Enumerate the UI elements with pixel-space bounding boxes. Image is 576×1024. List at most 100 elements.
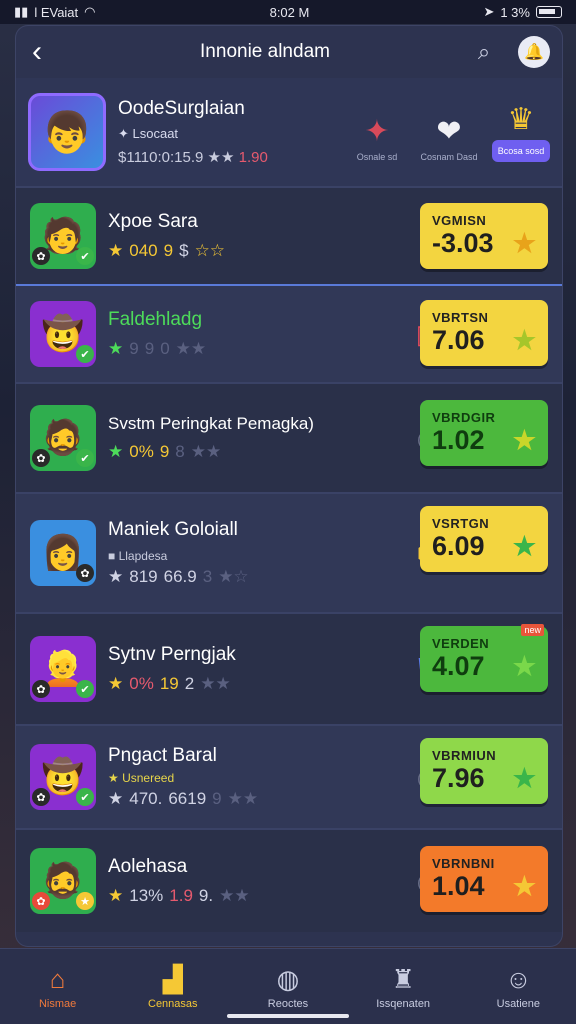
- star-icon: ★: [108, 241, 124, 260]
- score-value: 1.02: [432, 425, 485, 455]
- nav-profile[interactable]: ☺ Usatiene: [468, 964, 568, 1010]
- user-avatar: 👦: [28, 93, 106, 171]
- header-actions: ⌕ 🔔: [468, 36, 550, 68]
- guild-icon: ✿: [32, 680, 50, 698]
- score-value: 6.09: [432, 531, 485, 561]
- stat-2: 9: [144, 339, 155, 358]
- guild-icon: ✿: [32, 892, 50, 910]
- stat-3: 3: [202, 567, 213, 586]
- player-name: Svstm Peringkat Pemagka): [108, 414, 314, 433]
- level-icon: ✿: [76, 564, 94, 582]
- back-arrow-icon[interactable]: ‹: [32, 37, 62, 67]
- player-subtitle: ■ Llapdesa: [108, 549, 168, 563]
- nav-rankings[interactable]: ▟ Cennasas: [123, 964, 223, 1010]
- guild-icon: ✿: [32, 449, 50, 467]
- nav-chat[interactable]: ◍ Reoctes: [238, 964, 338, 1010]
- nav-chat-label: Reoctes: [267, 997, 309, 1010]
- score-line: -3.03 ★: [432, 228, 536, 259]
- nav-rankings-label: Cennasas: [148, 997, 198, 1010]
- wifi-icon: ◠: [84, 4, 96, 19]
- nav-events[interactable]: ♜ Issqenaten: [353, 964, 453, 1010]
- level-icon: ✔: [76, 345, 94, 363]
- stat-2: 6619: [168, 789, 207, 808]
- score-line: 7.96 ★: [432, 763, 536, 794]
- home-icon: ⌂: [49, 963, 66, 994]
- score-value: -3.03: [432, 228, 494, 258]
- player-info: Pngact Baral ★ Usnereed ★ 470. 6619 9 ★★: [108, 745, 408, 809]
- tab-cosnam[interactable]: ❤ Cosnam Dasd: [420, 114, 478, 162]
- score-badge: VBRNBNI 1.04 ★: [420, 846, 548, 912]
- nav-events-label: Issqenaten: [376, 997, 431, 1010]
- leaderboard-row[interactable]: 🧑 ✿ ✔ Xpoe Sara ★ 040 9 $ ☆☆ VGMISN -3.03 ★: [16, 186, 562, 284]
- stat-1: 0%: [129, 674, 154, 693]
- chat-icon: ◍: [276, 963, 300, 994]
- stat-1: 819: [129, 567, 158, 586]
- player-info: Aolehasa ★ 13% 1.9 9. ★★: [108, 856, 408, 906]
- rating-stars-icon: ★★: [227, 789, 259, 808]
- rating-stars-icon: ★★: [219, 886, 250, 905]
- star-icon: ★: [512, 325, 536, 355]
- leaderboard-list: 🧑 ✿ ✔ Xpoe Sara ★ 040 9 $ ☆☆ VGMISN -3.03 ★…: [16, 186, 562, 932]
- carrier-label: l EVaiat: [34, 4, 79, 20]
- score-value: 1.04: [432, 871, 485, 901]
- user-info: OodeSurglaian ✦ Lsocaat $1110:0:15.9 ★★ …: [118, 98, 348, 166]
- leaderboard-row[interactable]: 👩 ✿ Maniek Goloiall ■ Llapdesa ★ 819 66.9…: [16, 492, 562, 612]
- player-info: Sytnv Perngjak ★ 0% 19 2 ★★: [108, 644, 408, 694]
- player-name: Sytnv Perngjak: [108, 644, 236, 665]
- stat-3: 9.: [198, 886, 214, 905]
- signal-icon: ▮▮: [14, 4, 29, 19]
- score-value: 7.96: [432, 763, 485, 793]
- location-icon: ➤: [483, 4, 495, 19]
- rating-stars-icon: ★★: [190, 442, 222, 461]
- nav-home[interactable]: ⌂ Nismae: [8, 964, 108, 1010]
- star-icon: ★: [512, 763, 536, 793]
- leaderboard-row[interactable]: 🧔✿★ Aolehasa ★ 13% 1.9 9. ★★ ◉ VBRNBNI 1…: [16, 828, 562, 932]
- bottom-navigation: ⌂ Nismae ▟ Cennasas ◍ Reoctes ♜ Issqenat…: [0, 948, 576, 1024]
- panel-header: ‹ Innonie alndam ⌕ 🔔: [16, 26, 562, 78]
- clock: 8:02 M: [269, 4, 310, 20]
- player-stats: ★ 9 9 0 ★★: [108, 339, 408, 359]
- score-value: 4.07: [432, 651, 485, 681]
- heart-icon: ❤: [436, 115, 462, 148]
- level-icon: ★: [76, 892, 94, 910]
- player-subtitle: ★ Usnereed: [108, 771, 175, 785]
- guild-icon: ✿: [32, 788, 50, 806]
- player-name: Maniek Goloiall: [108, 519, 238, 540]
- rank-icon: ✦: [364, 115, 390, 148]
- star-icon: ★: [108, 339, 124, 358]
- player-avatar: 👱 ✿ ✔: [30, 636, 96, 702]
- user-stats: $1110:0:15.9 ★★ 1.90: [118, 148, 348, 166]
- current-user-card[interactable]: 👦 OodeSurglaian ✦ Lsocaat $1110:0:15.9 ★…: [16, 78, 562, 186]
- player-subtitle-text: Usnereed: [122, 771, 175, 785]
- player-info: Faldehladg ★ 9 9 0 ★★: [108, 309, 408, 359]
- score-line: 1.02 ★: [432, 425, 536, 456]
- player-info: Svstm Peringkat Pemagka) ★ 0% 9 8 ★★: [108, 414, 408, 462]
- rating-stars-icon: ★★: [207, 149, 235, 166]
- score-label: VSRTGN: [432, 516, 490, 531]
- player-avatar: 👩 ✿: [30, 520, 96, 586]
- player-avatar: 🤠 ✿ ✔: [30, 744, 96, 810]
- tab-rank[interactable]: ✦ Osnale sd: [348, 114, 406, 162]
- leaderboard-row[interactable]: 👱✿✔ Sytnv Perngjak ★ 0% 19 2 ★★ ⛉ new VE…: [16, 612, 562, 724]
- stat-2: 1.9: [169, 886, 193, 905]
- tab-bcosa[interactable]: ♛ Bcosa sosd: [492, 102, 550, 162]
- home-indicator[interactable]: [227, 1014, 349, 1018]
- score-label: VGMISN: [432, 213, 487, 228]
- leaderboard-row[interactable]: 🧔 ✿ ✔ Svstm Peringkat Pemagka) ★ 0% 9 8 ★★…: [16, 382, 562, 492]
- level-icon: ✔: [76, 449, 94, 467]
- player-stats: ★ 13% 1.9 9. ★★: [108, 886, 408, 906]
- battery-percent: 1 3%: [500, 4, 530, 20]
- star-icon: ★: [512, 531, 536, 561]
- player-avatar: 🧔 ✿ ★: [30, 848, 96, 914]
- stat-3: 8: [175, 442, 185, 461]
- leaderboard-row[interactable]: 🤠 ✿ ✔ Pngact Baral ★ Usnereed ★ 470. 6619 …: [16, 724, 562, 828]
- player-name: Faldehladg: [108, 309, 203, 330]
- leaderboard-row[interactable]: 🤠✔ Faldehladg ★ 9 9 0 ★★ ▣ VBRTSN 7.06★: [16, 284, 562, 382]
- star-icon: ★: [512, 651, 536, 681]
- rating-stars-icon: ★☆: [218, 567, 249, 586]
- player-avatar: 🧔 ✿ ✔: [30, 405, 96, 471]
- search-icon[interactable]: ⌕: [468, 36, 500, 68]
- notification-bell-icon[interactable]: 🔔: [518, 36, 550, 68]
- nav-profile-label: Usatiene: [496, 997, 541, 1010]
- status-right: ➤ 1 3%: [483, 4, 562, 20]
